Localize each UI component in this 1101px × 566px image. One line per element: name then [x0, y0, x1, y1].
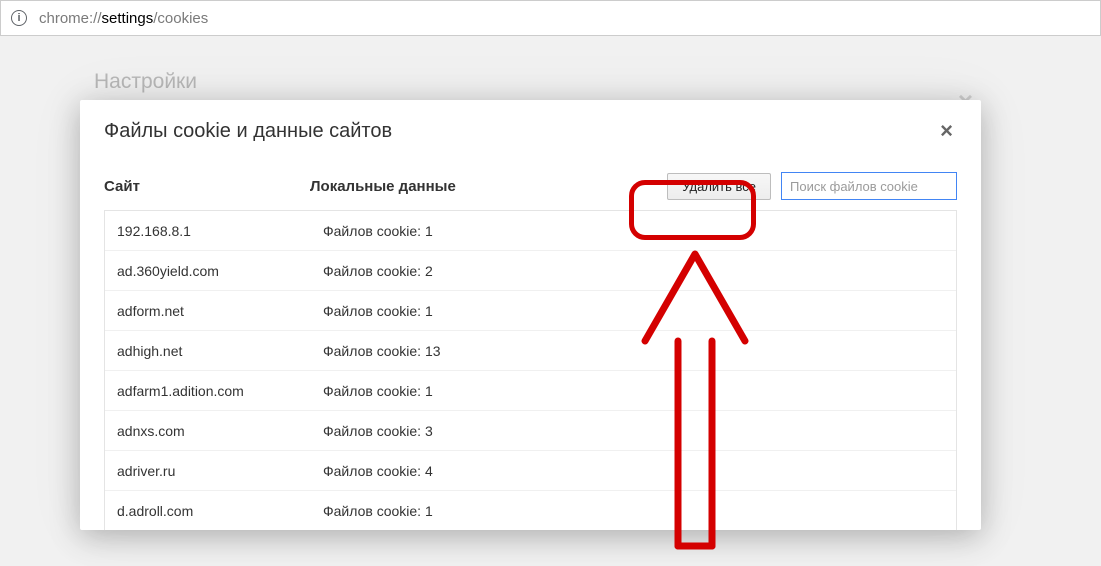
- column-header-local-data: Локальные данные: [310, 178, 667, 195]
- cookies-dialog: Файлы cookie и данные сайтов × Сайт Лока…: [80, 100, 981, 530]
- table-row[interactable]: adriver.ruФайлов cookie: 4: [105, 451, 956, 491]
- cookie-table: 192.168.8.1Файлов cookie: 1ad.360yield.c…: [104, 210, 957, 530]
- cell-site: adhigh.net: [117, 343, 323, 359]
- table-row[interactable]: adfarm1.adition.comФайлов cookie: 1: [105, 371, 956, 411]
- table-row[interactable]: 192.168.8.1Файлов cookie: 1: [105, 211, 956, 251]
- cell-local-data: Файлов cookie: 3: [323, 423, 944, 439]
- cookie-table-body[interactable]: 192.168.8.1Файлов cookie: 1ad.360yield.c…: [105, 211, 956, 530]
- cell-local-data: Файлов cookie: 1: [323, 223, 944, 239]
- cell-local-data: Файлов cookie: 4: [323, 463, 944, 479]
- url-part-gray2: /cookies: [153, 10, 208, 27]
- cell-site: d.adroll.com: [117, 503, 323, 519]
- cell-local-data: Файлов cookie: 13: [323, 343, 944, 359]
- column-header-site: Сайт: [104, 178, 310, 195]
- cell-local-data: Файлов cookie: 1: [323, 303, 944, 319]
- cell-site: adfarm1.adition.com: [117, 383, 323, 399]
- settings-page-title: Настройки: [94, 70, 197, 94]
- cell-local-data: Файлов cookie: 2: [323, 263, 944, 279]
- cookie-search-input[interactable]: [781, 172, 957, 200]
- cell-site: ad.360yield.com: [117, 263, 323, 279]
- cell-local-data: Файлов cookie: 1: [323, 503, 944, 519]
- cell-site: adriver.ru: [117, 463, 323, 479]
- url-part-gray: chrome://: [39, 10, 102, 27]
- dialog-toolbar: Сайт Локальные данные Удалить все: [80, 158, 981, 210]
- table-row[interactable]: adform.netФайлов cookie: 1: [105, 291, 956, 331]
- dialog-title: Файлы cookie и данные сайтов: [104, 120, 392, 143]
- table-row[interactable]: ad.360yield.comФайлов cookie: 2: [105, 251, 956, 291]
- table-row[interactable]: adnxs.comФайлов cookie: 3: [105, 411, 956, 451]
- cell-site: 192.168.8.1: [117, 223, 323, 239]
- site-info-icon[interactable]: i: [11, 10, 27, 26]
- cell-local-data: Файлов cookie: 1: [323, 383, 944, 399]
- table-row[interactable]: d.adroll.comФайлов cookie: 1: [105, 491, 956, 530]
- address-bar[interactable]: i chrome://settings/cookies: [0, 0, 1101, 36]
- url-part-dark: settings: [102, 10, 154, 27]
- table-row[interactable]: adhigh.netФайлов cookie: 13: [105, 331, 956, 371]
- delete-all-button[interactable]: Удалить все: [667, 173, 771, 200]
- cell-site: adnxs.com: [117, 423, 323, 439]
- close-icon[interactable]: ×: [936, 118, 957, 144]
- cell-site: adform.net: [117, 303, 323, 319]
